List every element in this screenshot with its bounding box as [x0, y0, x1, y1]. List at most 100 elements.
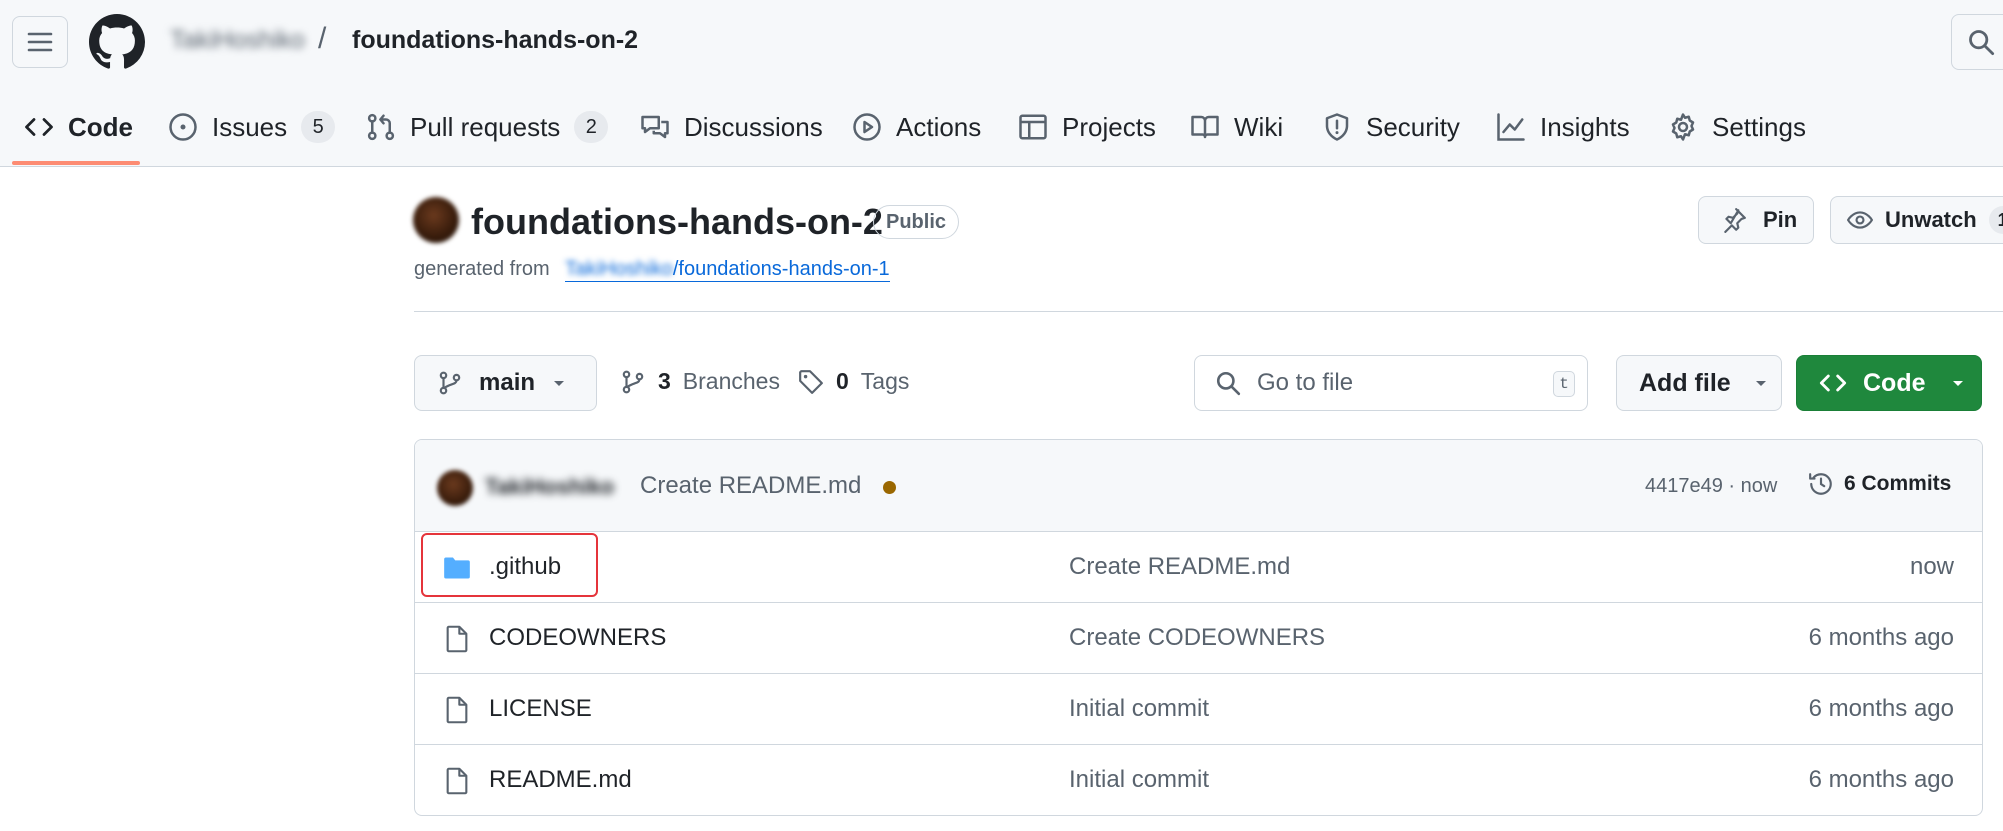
- active-tab-underline: [12, 161, 140, 165]
- breadcrumb-owner[interactable]: TakiHoshiko: [170, 26, 305, 55]
- github-logo-icon[interactable]: [89, 14, 145, 70]
- code-icon: [1819, 374, 1847, 392]
- tab-wiki[interactable]: Wiki: [1190, 102, 1283, 152]
- menu-button[interactable]: [12, 16, 68, 68]
- comment-discussion-icon: [641, 115, 669, 139]
- add-file-label: Add file: [1639, 368, 1731, 397]
- commit-author[interactable]: TakiHoshiko: [485, 474, 614, 500]
- tags-link[interactable]: 0 Tags: [798, 368, 909, 395]
- go-to-file-placeholder: Go to file: [1257, 369, 1354, 396]
- tab-label: Insights: [1540, 111, 1630, 142]
- branch-selector[interactable]: main: [414, 355, 597, 411]
- pin-label: Pin: [1763, 207, 1798, 232]
- triangle-down-icon: [1952, 381, 1963, 386]
- file-icon: [446, 696, 468, 724]
- pull-requests-count: 2: [574, 111, 609, 143]
- tab-label: Code: [68, 111, 133, 142]
- file-row[interactable]: .github Create README.md now: [415, 532, 1982, 603]
- template-repo: /foundations-hands-on-1: [672, 258, 890, 280]
- file-commit-date: now: [1909, 553, 1954, 580]
- issue-opened-icon: [169, 113, 197, 141]
- history-icon: [1809, 473, 1832, 495]
- commit-message[interactable]: Create README.md: [640, 472, 861, 500]
- tab-actions[interactable]: Actions: [852, 102, 981, 152]
- tags-count: 0: [836, 368, 849, 394]
- triangle-down-icon: [554, 381, 565, 386]
- file-commit-message[interactable]: Initial commit: [1069, 766, 1209, 794]
- unwatch-button[interactable]: Unwatch 1: [1830, 196, 2003, 244]
- file-icon: [446, 625, 468, 653]
- graph-icon: [1497, 113, 1525, 141]
- breadcrumb-repo[interactable]: foundations-hands-on-2: [352, 26, 638, 55]
- go-to-file-input[interactable]: Go to file t: [1194, 355, 1588, 411]
- tab-label: Wiki: [1234, 111, 1284, 142]
- tab-pull-requests[interactable]: Pull requests 2: [366, 102, 609, 152]
- commit-status-dot[interactable]: [883, 481, 896, 494]
- file-commit-message[interactable]: Create README.md: [1069, 553, 1290, 581]
- gear-icon: [1671, 113, 1695, 141]
- issues-count: 5: [301, 111, 336, 143]
- generated-from-label: generated from: [414, 258, 550, 280]
- tab-security[interactable]: Security: [1322, 102, 1460, 152]
- tab-label: Discussions: [684, 111, 823, 142]
- tab-code[interactable]: Code: [24, 102, 133, 152]
- file-row[interactable]: CODEOWNERS Create CODEOWNERS 6 months ag…: [415, 603, 1982, 674]
- commit-hash[interactable]: 4417e49 · now: [1645, 475, 1777, 498]
- tab-label: Security: [1366, 111, 1460, 142]
- branches-link[interactable]: 3 Branches: [620, 368, 780, 395]
- tab-label: Settings: [1712, 111, 1806, 142]
- file-commit-date: 6 months ago: [1808, 695, 1954, 722]
- branch-name: main: [479, 369, 536, 396]
- repo-header: TakiHoshiko / foundations-hands-on-2 Cod…: [0, 0, 2003, 167]
- commits-label: 6 Commits: [1844, 472, 1952, 495]
- file-commit-message[interactable]: Initial commit: [1069, 695, 1209, 723]
- tag-icon: [799, 369, 823, 394]
- code-icon: [25, 118, 53, 136]
- template-owner: TakiHoshiko: [565, 258, 673, 280]
- visibility-badge: Public: [873, 205, 960, 239]
- commit-author-avatar[interactable]: [437, 470, 473, 506]
- tab-projects[interactable]: Projects: [1018, 102, 1156, 152]
- file-commit-message[interactable]: Create CODEOWNERS: [1069, 624, 1325, 652]
- highlight-box: [421, 533, 598, 597]
- add-file-button[interactable]: Add file: [1616, 355, 1782, 411]
- file-name[interactable]: LICENSE: [489, 695, 592, 723]
- pin-button[interactable]: Pin: [1698, 196, 1814, 244]
- tab-label: Issues: [212, 111, 288, 142]
- tab-label: Projects: [1062, 111, 1156, 142]
- eye-icon: [1847, 211, 1873, 229]
- file-icon: [446, 767, 468, 795]
- table-icon: [1019, 114, 1047, 140]
- file-commit-date: 6 months ago: [1808, 766, 1954, 793]
- pin-icon: [1724, 208, 1746, 233]
- breadcrumb-separator: /: [318, 22, 327, 55]
- tab-settings[interactable]: Settings: [1668, 102, 1806, 152]
- triangle-down-icon: [1755, 381, 1766, 386]
- repo-title[interactable]: foundations-hands-on-2: [471, 201, 883, 243]
- search-button[interactable]: [1951, 14, 2003, 70]
- tab-label: Pull requests: [410, 111, 561, 142]
- tab-discussions[interactable]: Discussions: [640, 102, 823, 152]
- watch-label: Unwatch: [1885, 207, 1977, 232]
- file-name[interactable]: README.md: [489, 766, 632, 794]
- file-row[interactable]: LICENSE Initial commit 6 months ago: [415, 674, 1982, 745]
- tab-label: Actions: [896, 111, 982, 142]
- book-icon: [1191, 115, 1219, 139]
- commits-history-link[interactable]: 6 Commits: [1808, 471, 1951, 497]
- owner-avatar[interactable]: [413, 197, 459, 243]
- branches-label: Branches: [682, 368, 780, 394]
- file-row[interactable]: README.md Initial commit 6 months ago: [415, 745, 1982, 815]
- tab-issues[interactable]: Issues 5: [168, 102, 336, 152]
- template-repo-link[interactable]: TakiHoshiko/foundations-hands-on-1: [565, 258, 890, 282]
- file-table: TakiHoshiko Create README.md 4417e49 · n…: [414, 439, 1983, 816]
- keyboard-shortcut-hint: t: [1553, 371, 1575, 397]
- code-button[interactable]: Code: [1796, 355, 1982, 411]
- tab-insights[interactable]: Insights: [1496, 102, 1630, 152]
- file-commit-date: 6 months ago: [1808, 624, 1954, 651]
- search-icon: [1216, 371, 1241, 396]
- divider: [414, 311, 2003, 312]
- hamburger-icon: [27, 32, 53, 52]
- file-name[interactable]: CODEOWNERS: [489, 624, 666, 652]
- tags-label: Tags: [860, 368, 910, 394]
- search-icon: [1969, 30, 1995, 56]
